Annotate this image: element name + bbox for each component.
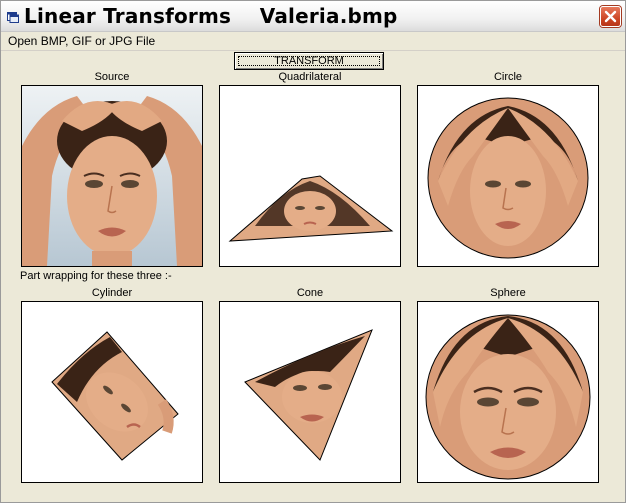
panel-circle — [417, 85, 599, 267]
title-bar[interactable]: Linear Transforms Valeria.bmp — [1, 1, 625, 32]
menu-bar: Open BMP, GIF or JPG File — [1, 32, 625, 51]
circle-image — [427, 97, 589, 259]
close-button[interactable] — [600, 6, 621, 27]
caption-cylinder: Cylinder — [91, 287, 133, 299]
panel-source — [21, 85, 203, 267]
transform-button[interactable]: TRANSFORM — [234, 52, 384, 70]
cone-image — [244, 329, 373, 461]
caption-circle: Circle — [493, 71, 523, 83]
focus-rect — [238, 56, 380, 66]
menu-open-file[interactable]: Open BMP, GIF or JPG File — [8, 34, 155, 48]
cylinder-image — [51, 331, 179, 461]
panel-cone — [219, 301, 401, 483]
part-wrapping-note: Part wrapping for these three :- — [20, 270, 172, 282]
caption-sphere: Sphere — [490, 287, 526, 299]
client-area: TRANSFORM Source Quadrilateral Circle Pa… — [1, 51, 625, 502]
caption-quadrilateral: Quadrilateral — [278, 71, 342, 83]
window-title: Linear Transforms Valeria.bmp — [24, 4, 398, 28]
close-icon — [604, 10, 617, 23]
panel-quadrilateral — [219, 85, 401, 267]
caption-cone: Cone — [296, 287, 324, 299]
panel-cylinder — [21, 301, 203, 483]
app-window: Linear Transforms Valeria.bmp Open BMP, … — [0, 0, 626, 503]
caption-source: Source — [94, 71, 130, 83]
sphere-image — [425, 314, 591, 480]
panel-sphere — [417, 301, 599, 483]
quadrilateral-image — [228, 175, 394, 242]
source-image — [22, 86, 202, 266]
app-window-icon[interactable] — [7, 10, 19, 23]
